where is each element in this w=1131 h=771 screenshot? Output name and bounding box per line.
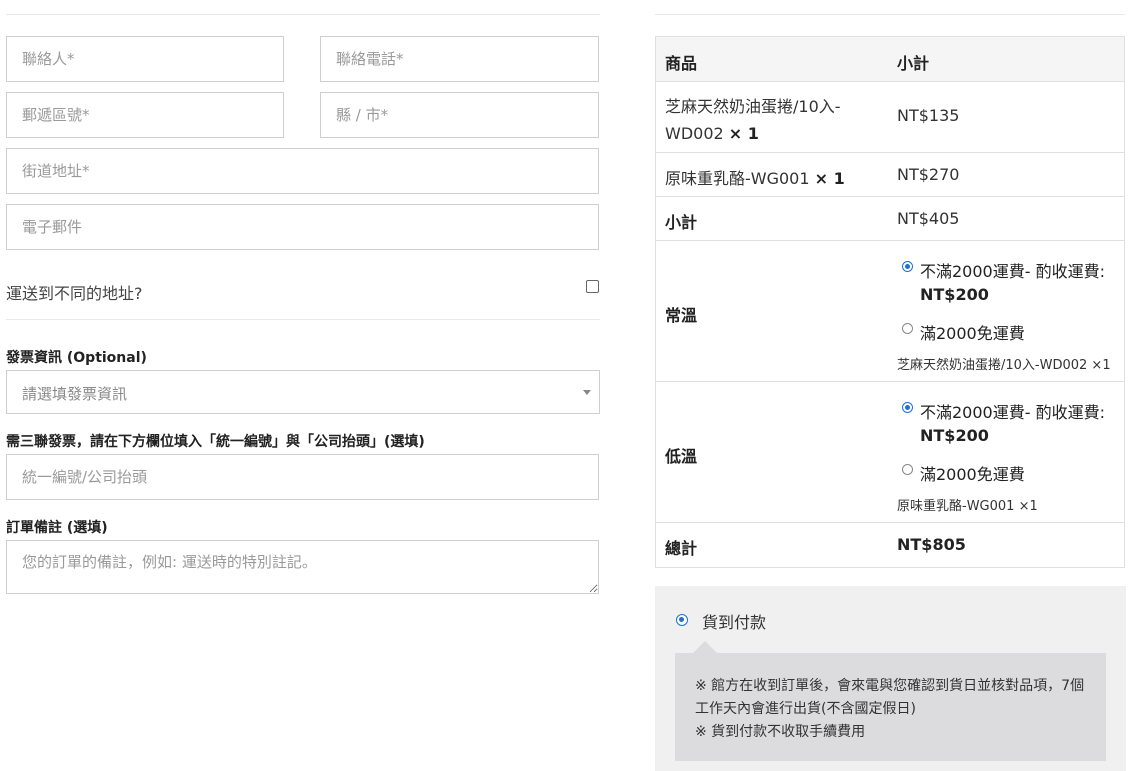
invoice-select[interactable]: 請選填發票資訊 xyxy=(6,370,600,414)
payment-note-line: 工作天內會進行出貨(不含國定假日) xyxy=(695,701,916,717)
product-name: 原味重乳酪-WG001 × 1 xyxy=(665,169,845,188)
shipping-items-note: 原味重乳酪-WG001 ×1 xyxy=(897,499,1038,514)
order-review-table: 商品 小計 芝麻天然奶油蛋捲/10入- WD002 × 1 NT$135 原味重乳… xyxy=(655,36,1125,568)
invoice-select-value: 請選填發票資訊 xyxy=(22,385,128,403)
street-address-input[interactable] xyxy=(6,148,599,194)
tax-id-input[interactable] xyxy=(6,454,599,500)
table-row: 芝麻天然奶油蛋捲/10入- WD002 × 1 NT$135 xyxy=(656,82,1124,153)
order-notes-textarea[interactable] xyxy=(6,540,599,594)
shipping-row-chilled: 低溫 不滿2000運費- 酌收運費: NT$200 滿2000免運費 原味重乳酪… xyxy=(656,382,1124,523)
product-price: NT$135 xyxy=(897,106,960,125)
tax-id-label: 需三聯發票，請在下方欄位填入「統一編號」與「公司抬頭」(選填) xyxy=(6,434,425,450)
total-row: 總計 NT$805 xyxy=(656,523,1124,567)
total-label: 總計 xyxy=(665,539,698,558)
top-divider-right xyxy=(655,14,1125,15)
shipping-option-label[interactable]: 滿2000免運費 xyxy=(920,461,1025,485)
postcode-input[interactable] xyxy=(6,92,284,138)
email-input[interactable] xyxy=(6,204,599,250)
ship-different-address-checkbox[interactable] xyxy=(586,280,599,293)
payment-note-line: ※ 貨到付款不收取手續費用 xyxy=(695,724,866,740)
table-header: 商品 小計 xyxy=(656,37,1124,82)
ship-different-address-label: 運送到不同的地址? xyxy=(6,284,143,303)
shipping-option-radio[interactable] xyxy=(902,323,913,334)
subtotal-label: 小計 xyxy=(665,213,698,232)
shipping-option-radio[interactable] xyxy=(902,261,913,272)
payment-cod-label[interactable]: 貨到付款 xyxy=(702,609,766,633)
city-input[interactable] xyxy=(320,92,599,138)
payment-cod-radio[interactable] xyxy=(676,614,688,626)
shipping-label: 常溫 xyxy=(665,306,698,325)
contact-name-input[interactable] xyxy=(6,36,284,82)
shipping-option-radio[interactable] xyxy=(902,464,913,475)
product-price: NT$270 xyxy=(897,165,960,184)
shipping-option-label[interactable]: 滿2000免運費 xyxy=(920,320,1025,344)
invoice-label: 發票資訊 (Optional) xyxy=(6,350,147,366)
column-header-product: 商品 xyxy=(665,54,698,73)
shipping-option-radio[interactable] xyxy=(902,402,913,413)
payment-note-line: ※ 館方在收到訂單後，會來電與您確認到貨日並核對品項，7個 xyxy=(695,678,1085,694)
shipping-row-ambient: 常溫 不滿2000運費- 酌收運費: NT$200 滿2000免運費 芝麻天然奶… xyxy=(656,241,1124,382)
shipping-option-price: NT$200 xyxy=(920,426,989,445)
ship-divider xyxy=(6,319,600,320)
order-notes-label: 訂單備註 (選填) xyxy=(6,520,108,536)
product-name: 芝麻天然奶油蛋捲/10入- WD002 × 1 xyxy=(665,97,841,143)
total-value: NT$805 xyxy=(897,535,966,554)
shipping-items-note: 芝麻天然奶油蛋捲/10入-WD002 ×1 xyxy=(897,358,1111,373)
subtotal-value: NT$405 xyxy=(897,209,960,228)
phone-input[interactable] xyxy=(320,36,599,82)
column-header-subtotal: 小計 xyxy=(897,54,930,73)
table-row: 原味重乳酪-WG001 × 1 NT$270 xyxy=(656,153,1124,197)
subtotal-row: 小計 NT$405 xyxy=(656,197,1124,241)
chevron-down-icon xyxy=(583,390,591,395)
top-divider-left xyxy=(6,14,600,15)
shipping-option-price: NT$200 xyxy=(920,285,989,304)
payment-methods: 貨到付款 ※ 館方在收到訂單後，會來電與您確認到貨日並核對品項，7個 工作天內會… xyxy=(655,586,1126,771)
shipping-label: 低溫 xyxy=(665,447,698,466)
shipping-option-label[interactable]: 不滿2000運費- 酌收運費: xyxy=(920,399,1105,423)
shipping-option-label[interactable]: 不滿2000運費- 酌收運費: xyxy=(920,258,1105,282)
payment-description: ※ 館方在收到訂單後，會來電與您確認到貨日並核對品項，7個 工作天內會進行出貨(… xyxy=(675,653,1106,761)
